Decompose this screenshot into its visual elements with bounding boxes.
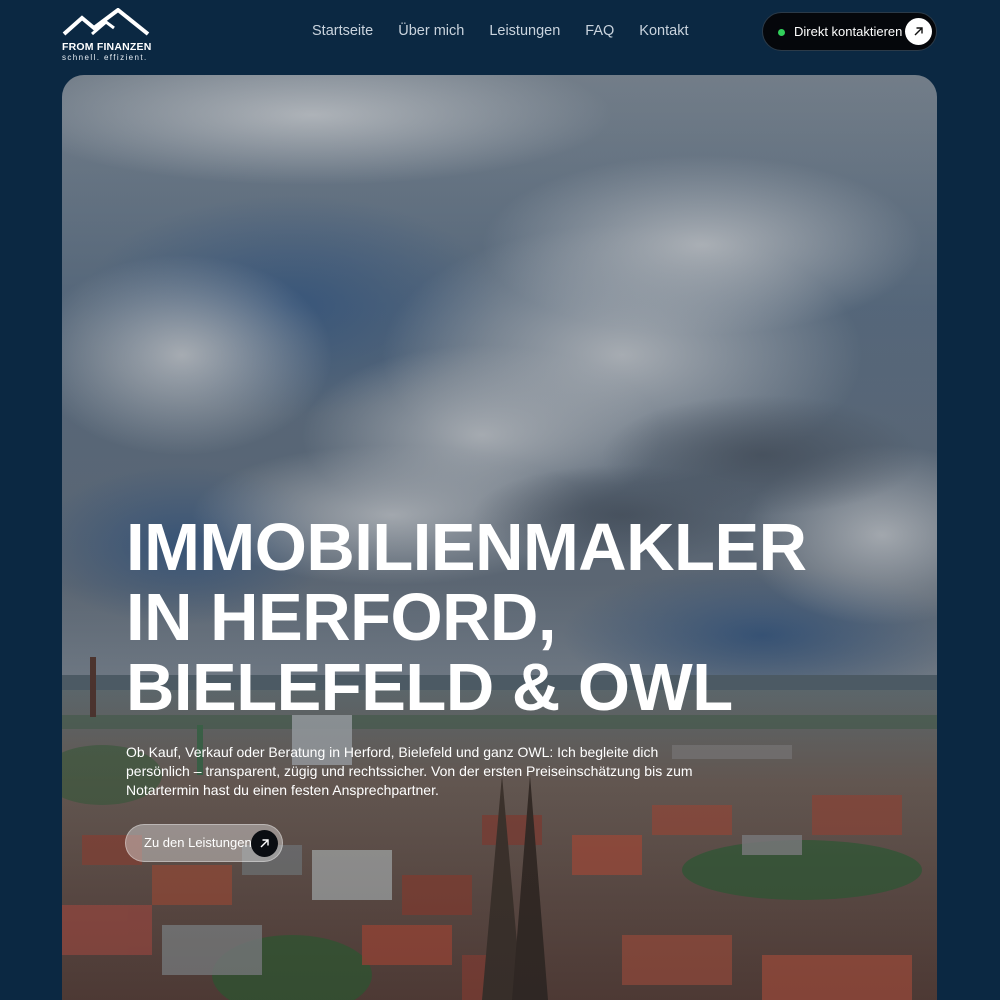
hero-section: IMMOBILIENMAKLER IN HERFORD, BIELEFELD &… <box>62 75 937 1000</box>
hero-title: IMMOBILIENMAKLER IN HERFORD, BIELEFELD &… <box>126 513 906 723</box>
nav-item-startseite[interactable]: Startseite <box>312 21 373 41</box>
mountain-logo-icon <box>62 8 150 36</box>
hero-description: Ob Kauf, Verkauf oder Beratung in Herfor… <box>126 744 693 798</box>
hero-title-line-3: BIELEFELD & OWL <box>126 650 733 725</box>
contact-button-label: Direkt kontaktieren <box>794 24 903 39</box>
brand-logo[interactable]: FROM FINANZEN schnell. effizient. <box>62 8 154 62</box>
brand-tagline: schnell. effizient. <box>62 53 148 62</box>
nav-item-ueber-mich[interactable]: Über mich <box>398 21 464 41</box>
arrow-up-right-icon <box>905 18 932 45</box>
services-button-label: Zu den Leistungen <box>144 835 252 850</box>
site-header: FROM FINANZEN schnell. effizient. Starts… <box>0 0 1000 66</box>
brand-name: FROM FINANZEN <box>62 41 152 53</box>
contact-button[interactable]: Direkt kontaktieren <box>762 12 937 51</box>
nav-item-kontakt[interactable]: Kontakt <box>639 21 688 41</box>
hero-title-line-2: IN HERFORD, <box>126 580 557 655</box>
nav-item-leistungen[interactable]: Leistungen <box>489 21 560 41</box>
nav-item-faq[interactable]: FAQ <box>585 21 614 41</box>
services-button[interactable]: Zu den Leistungen <box>125 824 283 862</box>
main-nav: Startseite Über mich Leistungen FAQ Kont… <box>312 21 713 41</box>
hero-title-line-1: IMMOBILIENMAKLER <box>126 510 807 585</box>
arrow-up-right-icon <box>251 830 278 857</box>
online-status-dot <box>778 29 785 36</box>
